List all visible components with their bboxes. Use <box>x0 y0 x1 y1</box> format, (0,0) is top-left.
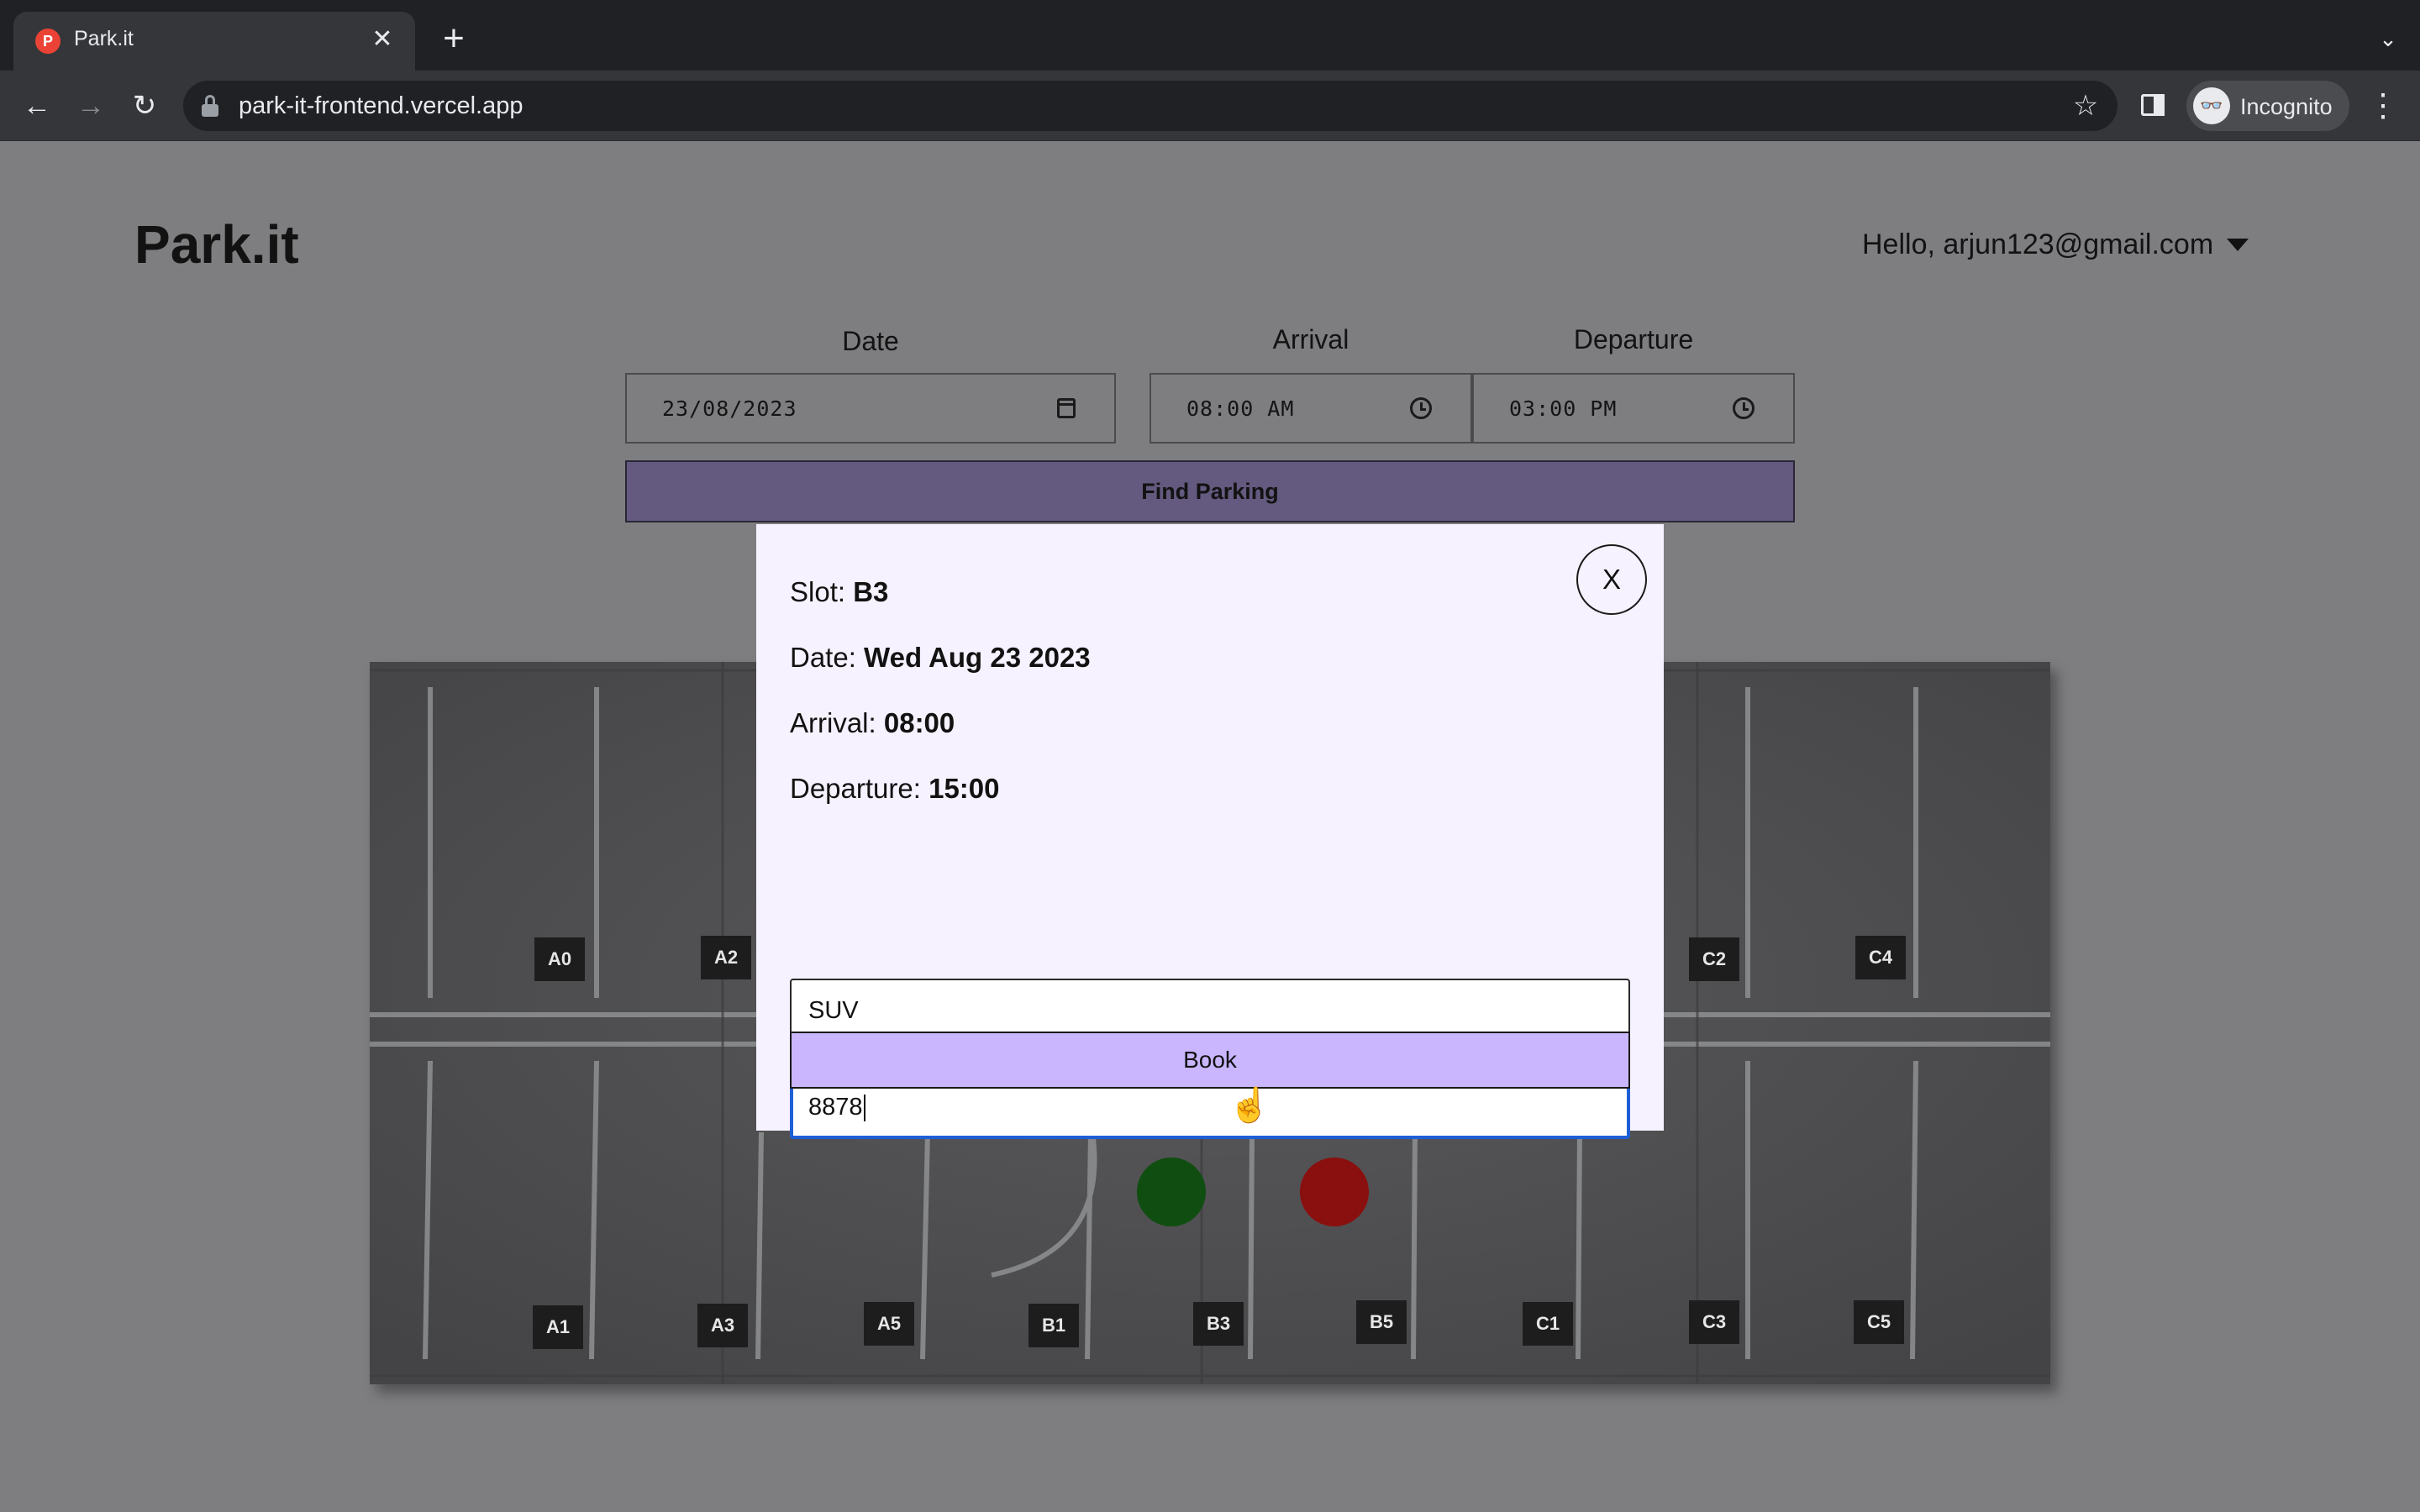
browser-toolbar: ← → ↻ park-it-frontend.vercel.app ☆ 👓 In… <box>0 71 2420 141</box>
close-modal-button[interactable]: X <box>1576 544 1647 615</box>
date-value: 23/08/2023 <box>662 396 797 421</box>
lock-icon[interactable] <box>202 95 218 117</box>
booking-modal: X Slot: B3 Date: Wed Aug 23 2023 Arrival… <box>756 524 1664 1139</box>
book-button[interactable]: Book <box>790 1032 1630 1089</box>
address-bar[interactable]: park-it-frontend.vercel.app ☆ <box>183 81 2118 131</box>
browser-menu-icon[interactable]: ⋮ <box>2366 86 2400 126</box>
slot-label[interactable]: B5 <box>1356 1300 1407 1344</box>
forward-icon[interactable]: → <box>71 86 111 126</box>
available-indicator <box>1137 1158 1206 1226</box>
date-info: Date: Wed Aug 23 2023 <box>790 642 1091 674</box>
url-text[interactable]: park-it-frontend.vercel.app <box>239 92 523 120</box>
slot-label[interactable]: A3 <box>697 1304 748 1347</box>
side-panel-icon[interactable] <box>2139 89 2168 123</box>
departure-time-input[interactable]: 03:00 PM <box>1472 373 1795 444</box>
arrival-label: Arrival <box>1272 324 1349 354</box>
departure-label: Departure <box>1573 324 1694 354</box>
find-parking-button[interactable]: Find Parking <box>625 460 1795 522</box>
departure-time-value: 03:00 PM <box>1509 396 1618 421</box>
slot-label[interactable]: A2 <box>701 936 751 979</box>
calendar-icon[interactable] <box>1057 398 1076 418</box>
occupied-indicator <box>1300 1158 1369 1226</box>
pointer-hand-icon: ☝ <box>1228 1087 1270 1124</box>
departure-info-label: Departure: <box>790 773 921 804</box>
slot-label[interactable]: B1 <box>1028 1304 1079 1347</box>
browser-tabstrip: P Park.it ✕ + ⌄ <box>0 0 2420 71</box>
slot-info: Slot: B3 <box>790 576 888 608</box>
arrival-info-label: Arrival: <box>790 707 876 738</box>
text-caret <box>863 1095 865 1122</box>
slot-label[interactable]: C4 <box>1855 936 1906 979</box>
slot-label[interactable]: C5 <box>1854 1300 1904 1344</box>
clock-icon[interactable] <box>1410 397 1432 419</box>
slot-label[interactable]: A1 <box>533 1305 583 1349</box>
slot-label[interactable]: B3 <box>1193 1302 1244 1346</box>
incognito-label: Incognito <box>2240 94 2333 119</box>
slot-label[interactable]: A5 <box>864 1302 914 1346</box>
bookmark-star-icon[interactable]: ☆ <box>2067 87 2104 124</box>
vehicle-type-value: SUV <box>808 997 859 1024</box>
close-tab-icon[interactable]: ✕ <box>366 24 398 55</box>
arrival-info: Arrival: 08:00 <box>790 707 955 739</box>
departure-info: Departure: 15:00 <box>790 773 1000 805</box>
date-label: Date <box>842 326 899 356</box>
departure-info-value: 15:00 <box>929 773 1000 804</box>
date-info-label: Date: <box>790 642 856 673</box>
arrival-time-value: 08:00 AM <box>1186 396 1295 421</box>
reload-icon[interactable]: ↻ <box>124 86 165 126</box>
user-menu[interactable]: Hello, arjun123@gmail.com <box>1862 228 2213 261</box>
slot-label[interactable]: A0 <box>534 937 585 981</box>
slot-info-label: Slot: <box>790 576 846 607</box>
incognito-icon: 👓 <box>2193 87 2230 124</box>
chevron-down-icon[interactable] <box>2227 239 2249 251</box>
date-info-value: Wed Aug 23 2023 <box>864 642 1091 673</box>
slot-label[interactable]: C1 <box>1523 1302 1573 1346</box>
arrival-time-input[interactable]: 08:00 AM <box>1150 373 1472 444</box>
browser-tab[interactable]: P Park.it ✕ <box>13 12 415 71</box>
slot-label[interactable]: C2 <box>1689 937 1739 981</box>
clock-icon[interactable] <box>1733 397 1754 419</box>
page-content: Park.it Hello, arjun123@gmail.com Date A… <box>0 141 2420 1512</box>
incognito-indicator[interactable]: 👓 Incognito <box>2186 81 2349 131</box>
brand-logo[interactable]: Park.it <box>134 213 299 276</box>
tab-title: Park.it <box>74 27 134 50</box>
back-icon[interactable]: ← <box>17 86 57 126</box>
slot-label[interactable]: C3 <box>1689 1300 1739 1344</box>
date-input[interactable]: 23/08/2023 <box>625 373 1116 444</box>
slot-info-value: B3 <box>853 576 889 607</box>
arrival-info-value: 08:00 <box>883 707 955 738</box>
tab-search-icon[interactable]: ⌄ <box>2371 22 2405 55</box>
parkit-favicon-icon: P <box>35 29 60 54</box>
new-tab-button[interactable]: + <box>434 18 474 59</box>
vehicle-number-value: 8878 <box>808 1094 863 1121</box>
